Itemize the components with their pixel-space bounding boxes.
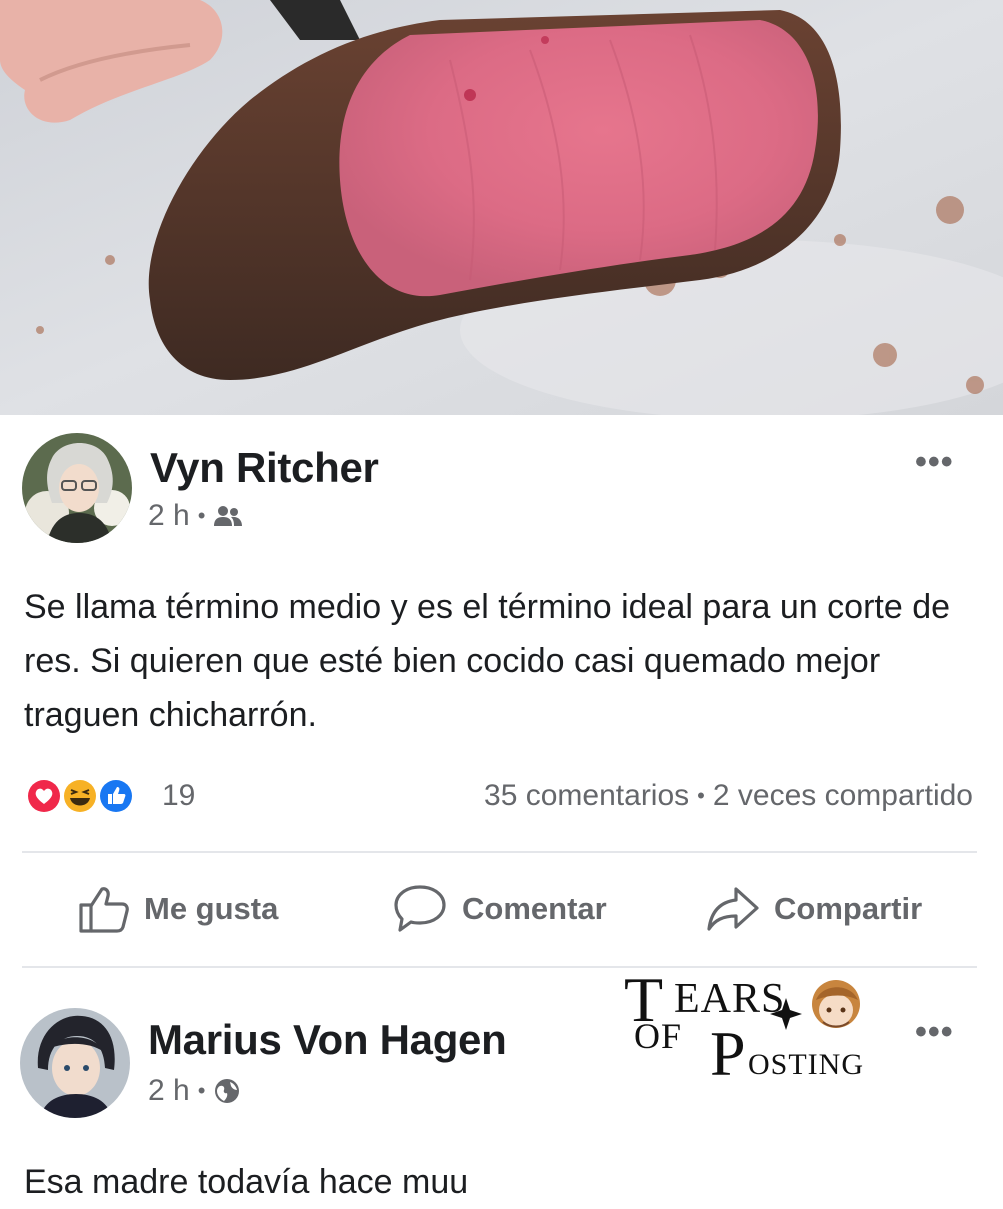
post-meta: 2 h • bbox=[148, 499, 243, 533]
reaction-icons bbox=[26, 778, 134, 814]
comment-timestamp[interactable]: 2 h bbox=[148, 1074, 190, 1108]
steak-image bbox=[0, 0, 1003, 415]
online-status-icon bbox=[120, 1096, 130, 1112]
comment-options-button[interactable]: ••• bbox=[915, 1015, 954, 1049]
like-label: Me gusta bbox=[144, 891, 279, 926]
post-photo[interactable] bbox=[0, 0, 1003, 415]
haha-icon bbox=[64, 780, 96, 812]
reactions-summary[interactable]: 19 bbox=[24, 776, 195, 816]
post-options-button[interactable]: ••• bbox=[915, 445, 954, 479]
post-author-name[interactable]: Vyn Ritcher bbox=[150, 444, 379, 492]
comment-author-avatar[interactable] bbox=[20, 1008, 130, 1118]
share-label: Compartir bbox=[774, 891, 923, 926]
comment-author-name[interactable]: Marius Von Hagen bbox=[148, 1016, 507, 1064]
post-action-bar: Me gusta Comentar Compartir bbox=[0, 872, 1003, 946]
shares-count[interactable]: 2 veces compartido bbox=[713, 779, 973, 813]
meta-separator: • bbox=[197, 1078, 206, 1103]
comment-label: Comentar bbox=[462, 891, 607, 926]
author-avatar[interactable] bbox=[22, 433, 132, 543]
comment-meta: 2 h • bbox=[148, 1074, 241, 1108]
post-stats: 35 comentarios • 2 veces compartido bbox=[484, 776, 973, 816]
stats-separator: • bbox=[697, 783, 705, 808]
comments-count[interactable]: 35 comentarios bbox=[484, 779, 689, 813]
globe-icon bbox=[215, 1079, 240, 1103]
like-button[interactable]: Me gusta bbox=[78, 872, 278, 946]
post-text: Se llama término medio y es el término i… bbox=[24, 588, 951, 734]
comment-button[interactable]: Comentar bbox=[392, 872, 607, 946]
avatar-illustration bbox=[20, 1008, 130, 1118]
thumbs-up-icon bbox=[79, 887, 129, 933]
avatar-illustration bbox=[22, 433, 132, 543]
chibi-face-icon bbox=[812, 980, 860, 1028]
share-arrow-icon bbox=[707, 887, 759, 931]
comment-bubble-icon bbox=[394, 885, 446, 932]
meta-separator: • bbox=[197, 503, 206, 528]
divider-top bbox=[22, 851, 977, 853]
tears-of-posting-watermark: T EARS OF P OSTING bbox=[618, 968, 898, 1098]
reaction-count: 19 bbox=[162, 779, 196, 812]
watermark-ornament bbox=[770, 980, 860, 1030]
friends-icon bbox=[214, 506, 243, 526]
comment-text: Esa madre todavía hace muu bbox=[24, 1163, 469, 1201]
share-button[interactable]: Compartir bbox=[706, 872, 922, 946]
post-timestamp[interactable]: 2 h bbox=[148, 499, 190, 533]
